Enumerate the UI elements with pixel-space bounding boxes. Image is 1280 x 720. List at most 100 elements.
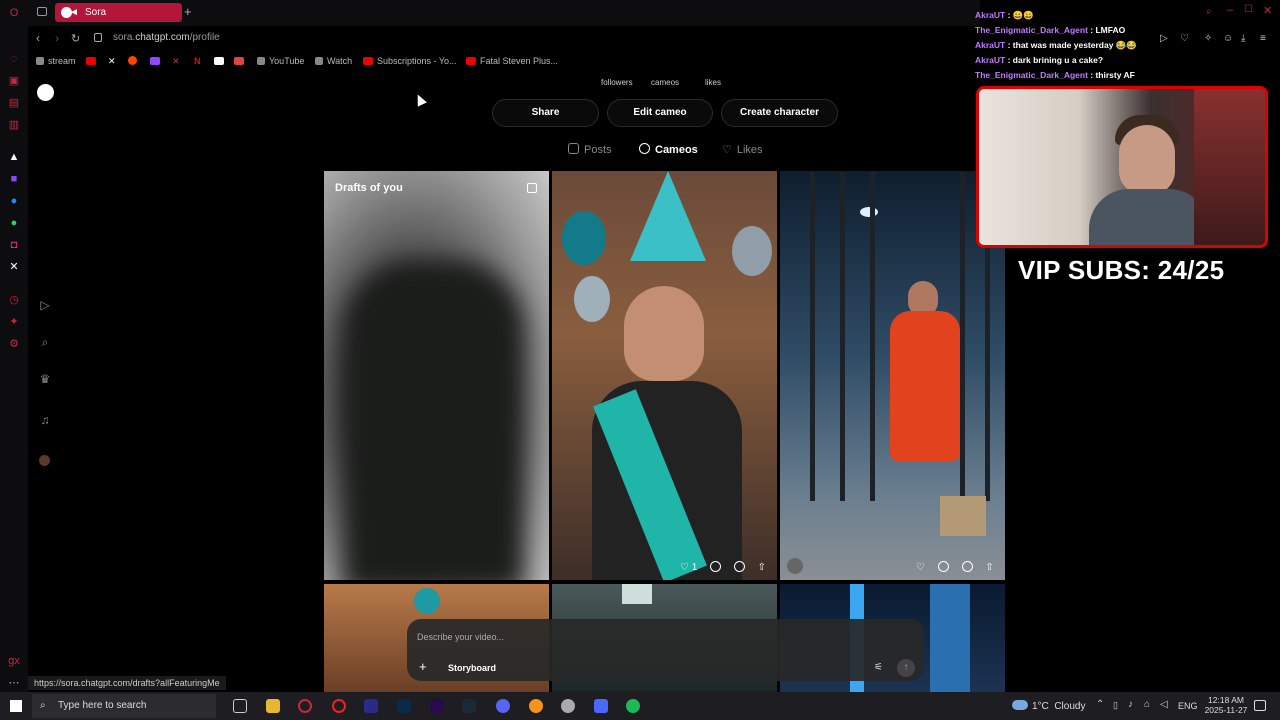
drafts-tile[interactable]: Drafts of you bbox=[324, 171, 549, 580]
sidebar-bag-icon[interactable]: ▣ bbox=[7, 74, 21, 88]
sidebar-messenger-icon[interactable]: ● bbox=[7, 194, 21, 208]
sidebar-settings-icon[interactable]: ⚙ bbox=[7, 337, 21, 351]
clock[interactable]: 12:18 AM 2025-11-27 bbox=[1204, 695, 1248, 715]
search-icon[interactable]: ⌕ bbox=[1206, 6, 1212, 17]
bookmark-x-red-icon[interactable]: ✕ bbox=[172, 56, 180, 67]
tab-posts[interactable]: Posts bbox=[568, 143, 612, 156]
taskbar-search-input[interactable]: ⌕ Type here to search bbox=[32, 694, 216, 718]
sidebar-twitch-icon[interactable]: ■ bbox=[7, 172, 21, 186]
steam-icon[interactable] bbox=[462, 699, 476, 713]
opera-gx-icon[interactable] bbox=[298, 699, 312, 713]
create-character-button[interactable]: Create character bbox=[721, 99, 838, 127]
like-heart-icon[interactable]: ♡ bbox=[680, 562, 689, 573]
bookmark-subscriptions[interactable]: Subscriptions - Yo... bbox=[363, 56, 457, 66]
add-media-icon[interactable]: + bbox=[419, 659, 427, 674]
tray-chevron-icon[interactable]: ⌃ bbox=[1096, 699, 1104, 710]
weather-text[interactable]: 1°C Cloudy bbox=[1032, 701, 1085, 712]
bookmark-amazon-icon[interactable] bbox=[214, 56, 228, 66]
media-encoder-icon[interactable] bbox=[364, 699, 378, 713]
bookmark-x-icon[interactable]: ✕ bbox=[108, 56, 116, 67]
avatar[interactable] bbox=[39, 455, 50, 466]
home-icon[interactable]: ▷ bbox=[38, 298, 52, 312]
menu-icon[interactable]: ≡ bbox=[1260, 33, 1266, 44]
back-icon[interactable]: ‹ bbox=[36, 31, 40, 45]
bookmark-watch-folder[interactable]: Watch bbox=[315, 56, 352, 66]
opera-logo-icon[interactable]: O bbox=[7, 6, 21, 20]
minimize-icon[interactable]: – bbox=[1227, 4, 1233, 16]
photoshop-icon[interactable] bbox=[397, 699, 411, 713]
sidebar-more-icon[interactable]: ⋯ bbox=[7, 676, 21, 690]
sidebar-instagram-icon[interactable]: ◘ bbox=[7, 238, 21, 252]
trophy-icon[interactable]: ♛ bbox=[38, 372, 52, 386]
search-icon[interactable]: ⌕ bbox=[38, 335, 52, 349]
premiere-icon[interactable] bbox=[430, 699, 444, 713]
comment-icon[interactable] bbox=[710, 561, 722, 572]
app-icon[interactable] bbox=[561, 699, 575, 713]
followers-label[interactable]: followers bbox=[601, 78, 633, 87]
sidebar-extensions-icon[interactable]: ✦ bbox=[7, 315, 21, 329]
bookmark-fatal-steven[interactable]: Fatal Steven Plus... bbox=[466, 56, 558, 66]
extensions-icon[interactable]: ✧ bbox=[1204, 33, 1212, 44]
notifications-icon[interactable] bbox=[1254, 700, 1266, 711]
cameos-label[interactable]: cameos bbox=[651, 78, 679, 87]
bookmark-reddit-icon[interactable] bbox=[128, 56, 141, 66]
sidebar-sora-icon[interactable]: ▲ bbox=[7, 150, 21, 164]
edit-cameo-button[interactable]: Edit cameo bbox=[607, 99, 713, 127]
microphone-icon[interactable]: ♪ bbox=[1128, 699, 1133, 710]
magnifier-app-icon[interactable] bbox=[529, 699, 543, 713]
remix-icon[interactable] bbox=[733, 561, 745, 572]
bookmark-youtube-icon[interactable] bbox=[86, 56, 100, 66]
maximize-icon[interactable]: ☐ bbox=[1244, 4, 1253, 15]
share-button[interactable]: Share bbox=[492, 99, 599, 127]
likes-label[interactable]: likes bbox=[705, 78, 721, 87]
sidebar-ai-icon[interactable]: ◌ bbox=[7, 52, 21, 66]
file-explorer-icon[interactable] bbox=[266, 699, 280, 713]
reload-icon[interactable]: ↻ bbox=[71, 32, 80, 45]
creator-avatar[interactable] bbox=[787, 558, 803, 574]
speaker-icon[interactable]: ◄ bbox=[69, 3, 79, 22]
profile-icon[interactable]: ☺ bbox=[1223, 33, 1233, 44]
close-icon[interactable]: ✕ bbox=[1263, 4, 1272, 17]
bookmark-gmail-icon[interactable] bbox=[234, 56, 248, 66]
settings-sliders-icon[interactable]: ⚟ bbox=[874, 662, 883, 673]
sora-logo-icon[interactable] bbox=[37, 84, 54, 101]
sidebar-gx-icon[interactable]: gx bbox=[7, 654, 21, 668]
sidebar-x-icon[interactable]: ✕ bbox=[7, 260, 21, 274]
windows-start-icon[interactable] bbox=[10, 700, 22, 712]
like-heart-icon[interactable]: ♡ bbox=[916, 562, 925, 573]
opera-icon[interactable] bbox=[332, 699, 346, 713]
sidebar-whatsapp-icon[interactable]: ● bbox=[7, 216, 21, 230]
share-icon[interactable]: ⇧ bbox=[758, 562, 766, 573]
share-icon[interactable]: ⇧ bbox=[985, 562, 993, 573]
download-icon[interactable]: ⤓ bbox=[1241, 33, 1245, 44]
comment-icon[interactable] bbox=[937, 561, 949, 572]
tab-sora[interactable]: ◄ Sora bbox=[55, 3, 182, 22]
storyboard-button[interactable]: Storyboard bbox=[448, 663, 496, 673]
bell-icon[interactable]: ♫ bbox=[38, 413, 52, 427]
describe-video-input[interactable]: Describe your video... bbox=[417, 632, 504, 642]
bookmark-netflix-icon[interactable]: N bbox=[194, 56, 201, 66]
bookmark-youtube-folder[interactable]: YouTube bbox=[257, 56, 304, 66]
play-icon[interactable]: ▷ bbox=[1160, 33, 1168, 44]
new-tab-icon[interactable]: + bbox=[184, 4, 196, 20]
lock-icon[interactable] bbox=[94, 33, 102, 42]
url-field[interactable]: sora.chatgpt.com/profile bbox=[113, 32, 220, 43]
bookmark-twitch-icon[interactable] bbox=[150, 56, 164, 66]
remix-icon[interactable] bbox=[961, 561, 973, 572]
streamlabs-icon[interactable] bbox=[594, 699, 608, 713]
video-tile-birthday[interactable]: ♡ 1 ⇧ bbox=[552, 171, 777, 580]
discord-icon[interactable] bbox=[496, 699, 510, 713]
bookmark-stream[interactable]: stream bbox=[36, 56, 76, 66]
tray-battery-icon[interactable]: ▯ bbox=[1113, 700, 1118, 711]
video-tile-jail[interactable]: ♡ ⇧ bbox=[780, 171, 1005, 580]
sidebar-news-icon[interactable]: ▥ bbox=[7, 118, 21, 132]
sidebar-history-icon[interactable]: ◷ bbox=[7, 293, 21, 307]
send-arrow-icon[interactable]: ↑ bbox=[897, 659, 915, 677]
heart-icon[interactable]: ♡ bbox=[1180, 33, 1189, 44]
forward-icon[interactable]: › bbox=[55, 31, 59, 45]
spotify-icon[interactable] bbox=[626, 699, 640, 713]
task-view-icon[interactable] bbox=[233, 699, 247, 713]
sidebar-music-icon[interactable]: ▤ bbox=[7, 96, 21, 110]
drafts-expand-icon[interactable] bbox=[527, 183, 537, 193]
tab-overview-icon[interactable] bbox=[37, 7, 47, 16]
